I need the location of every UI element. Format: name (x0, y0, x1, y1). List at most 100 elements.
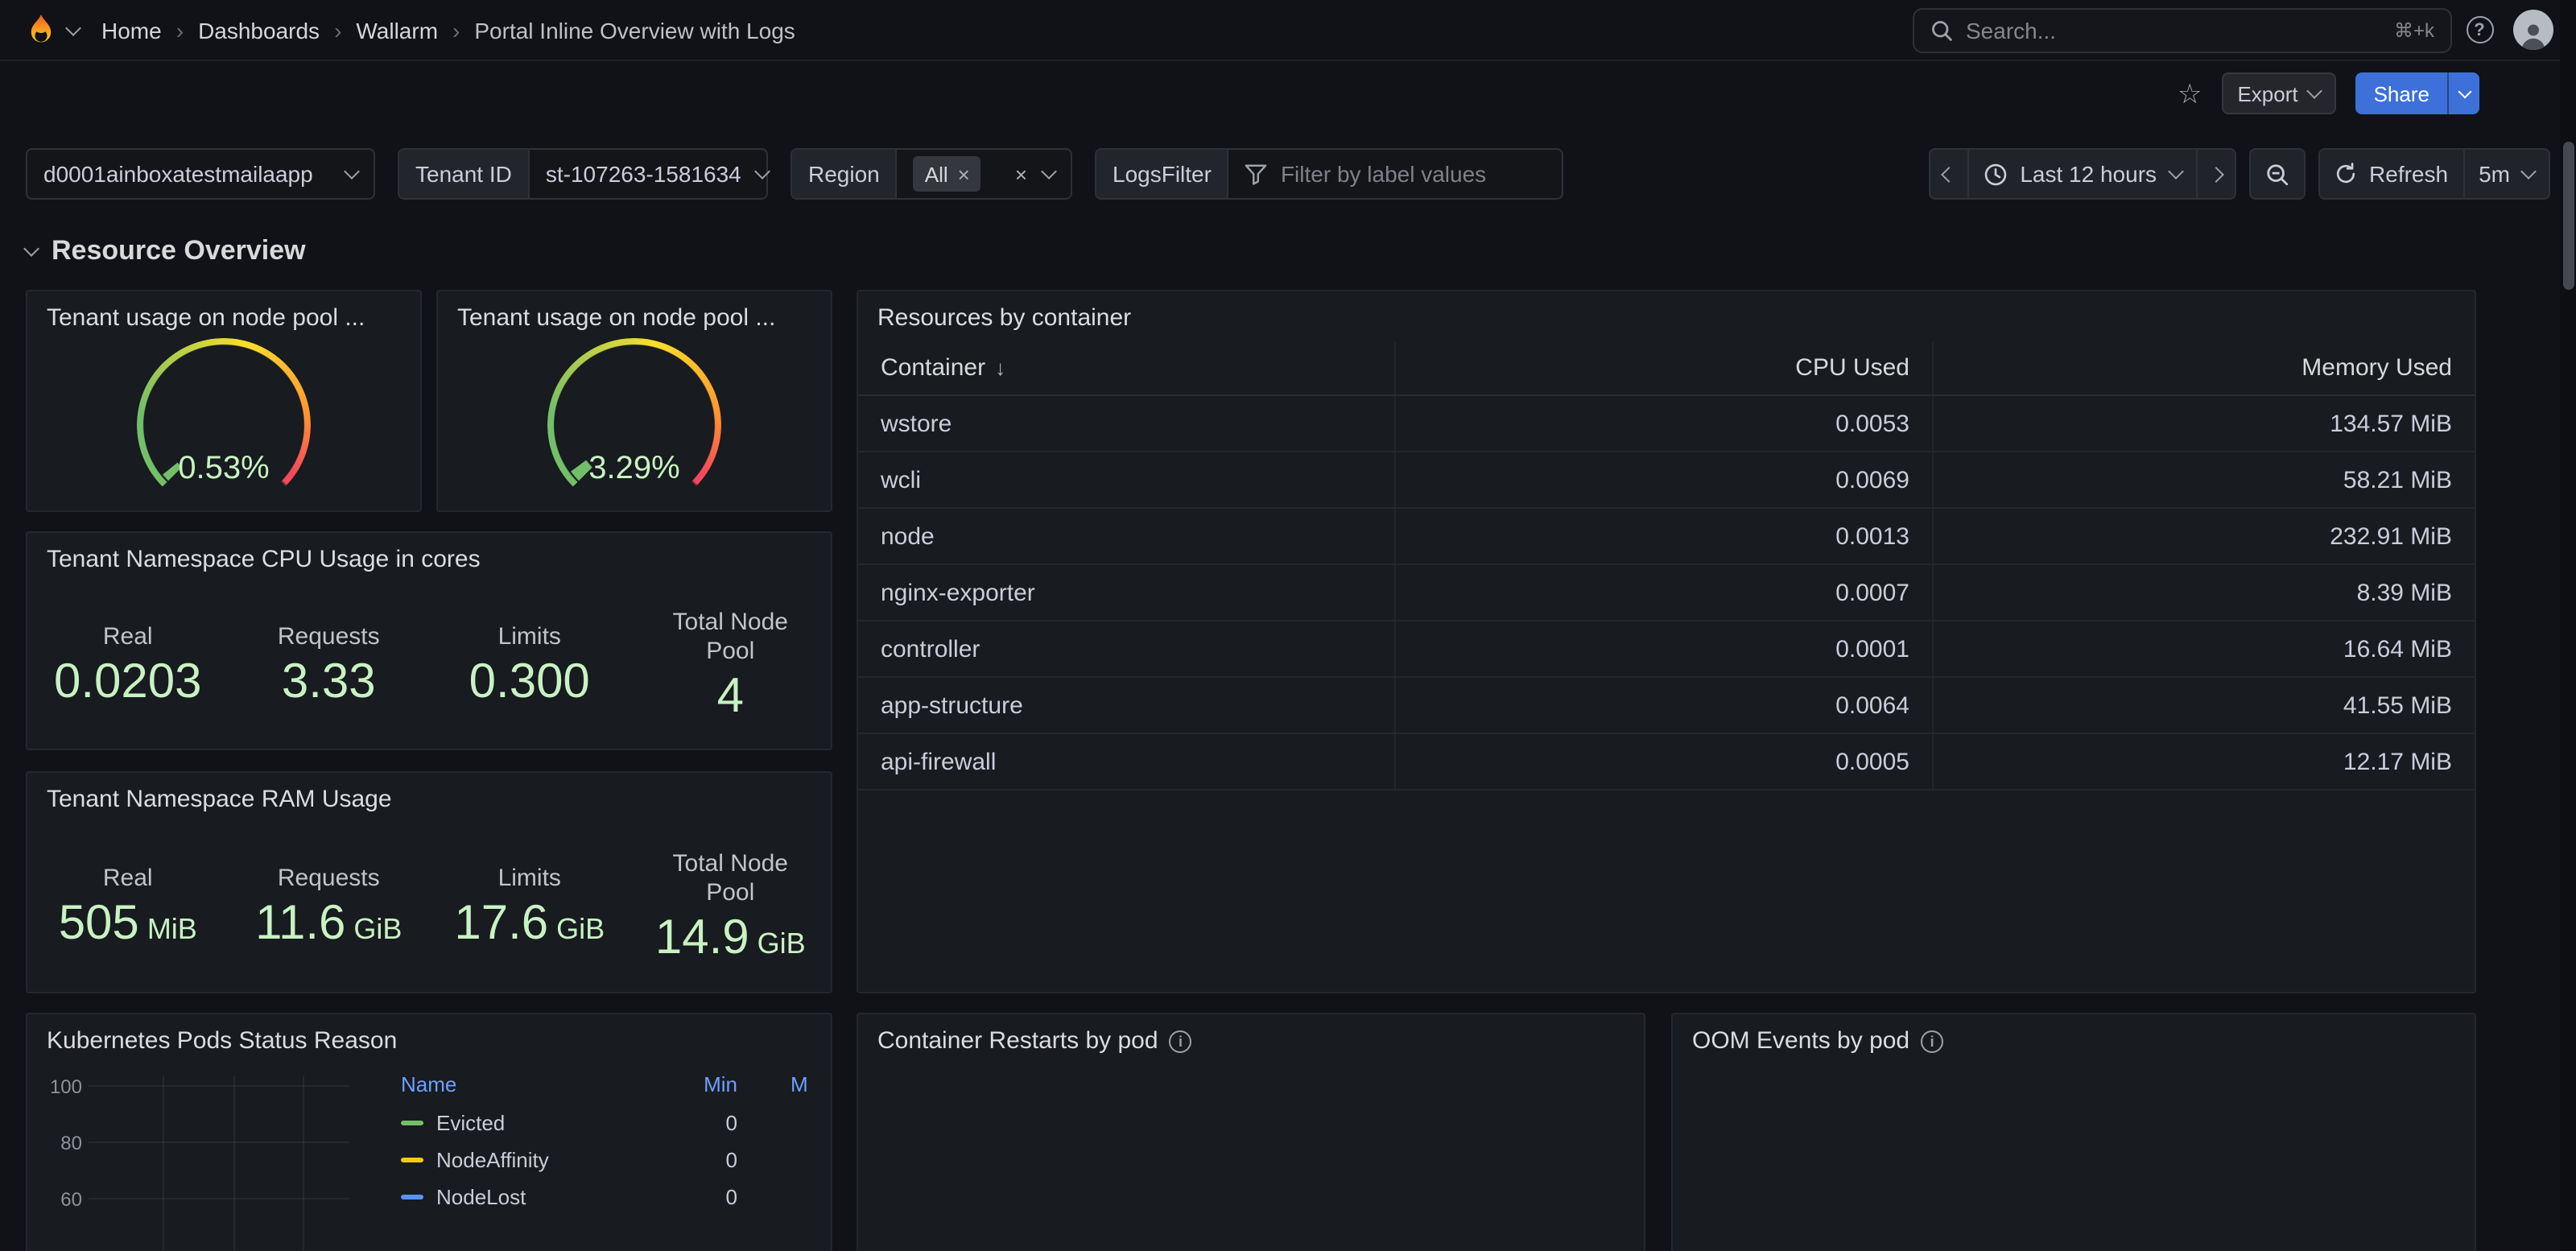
chip-remove-icon[interactable]: × (958, 163, 970, 184)
refresh-button[interactable]: Refresh (2319, 150, 2464, 198)
chevron-down-icon (1041, 163, 1057, 180)
column-header-memory[interactable]: Memory Used (1934, 341, 2475, 394)
table-row[interactable]: wcli 0.0069 58.21 MiB (858, 452, 2475, 509)
panel-title[interactable]: OOM Events by pod (1692, 1027, 1909, 1055)
panel-title[interactable]: Resources by container (858, 291, 2475, 338)
clock-icon (1983, 162, 2007, 186)
legend-column-min[interactable]: Min (671, 1072, 737, 1096)
zoom-out-group (2248, 148, 2305, 200)
section-resource-overview[interactable]: Resource Overview (26, 235, 2550, 267)
legend-item[interactable]: NodeAffinity (401, 1148, 549, 1172)
refresh-interval-value: 5m (2479, 161, 2510, 187)
logs-filter-input[interactable] (1281, 161, 1554, 187)
table-row[interactable]: node 0.0013 232.91 MiB (858, 509, 2475, 565)
stat-unit: GiB (353, 915, 402, 945)
cell-cpu: 0.0007 (1396, 565, 1934, 620)
y-axis-tick: 80 (40, 1132, 82, 1154)
panel-title[interactable]: Tenant Namespace CPU Usage in cores (27, 533, 831, 580)
info-icon[interactable]: i (1921, 1030, 1943, 1052)
stat-real: Real 505 MiB (27, 821, 229, 992)
cell-container: wstore (858, 396, 1396, 451)
region-value: All (925, 162, 948, 186)
legend-item[interactable]: NodeLost (401, 1185, 526, 1209)
time-shift-forward-button[interactable] (2197, 150, 2234, 198)
cell-memory: 12.17 MiB (1934, 734, 2475, 789)
breadcrumb-folder[interactable]: Wallarm (356, 17, 438, 43)
chevron-down-icon (2307, 83, 2323, 99)
export-button[interactable]: Export (2221, 72, 2336, 114)
share-menu-button[interactable] (2447, 72, 2479, 114)
org-switcher-chevron-icon[interactable] (65, 19, 81, 35)
breadcrumb-current-dashboard: Portal Inline Overview with Logs (474, 17, 795, 43)
cell-cpu: 0.0005 (1396, 734, 1934, 789)
user-avatar[interactable] (2513, 10, 2553, 50)
table-row[interactable]: controller 0.0001 16.64 MiB (858, 621, 2475, 678)
column-header-cpu[interactable]: CPU Used (1396, 341, 1934, 394)
chevron-down-icon (2167, 163, 2183, 180)
logs-filter-control[interactable]: LogsFilter (1095, 148, 1563, 200)
tenant-id-dropdown[interactable]: Tenant ID st-107263-1581634 (398, 148, 768, 200)
panel-title[interactable]: Tenant Namespace RAM Usage (27, 773, 831, 820)
grafana-logo-icon[interactable] (23, 12, 58, 47)
table-row[interactable]: wstore 0.0053 134.57 MiB (858, 396, 2475, 452)
time-controls: Last 12 hours (1928, 148, 2550, 200)
panel-title[interactable]: Tenant usage on node pool ... (27, 291, 420, 338)
app-variable-dropdown[interactable]: d0001ainboxatestmailaapp (26, 148, 375, 200)
refresh-label: Refresh (2369, 161, 2448, 187)
share-split-button: Share (2356, 72, 2479, 114)
stat-unit: GiB (758, 929, 806, 960)
cell-memory: 8.39 MiB (1934, 565, 2475, 620)
panel-tenant-usage-gauge-1: Tenant usage on node pool ... 0.53% (26, 290, 422, 512)
share-button[interactable]: Share (2356, 72, 2447, 114)
table-row[interactable]: api-firewall 0.0005 12.17 MiB (858, 734, 2475, 791)
legend-column-max[interactable]: M (791, 1072, 808, 1096)
breadcrumb-dashboards[interactable]: Dashboards (198, 17, 320, 43)
zoom-out-button[interactable] (2250, 150, 2303, 198)
help-button[interactable]: ? (2452, 16, 2507, 43)
stat-row: Real 505 MiB Requests 11.6 GiB Limits (27, 821, 831, 992)
gridline (163, 1076, 164, 1251)
region-dropdown[interactable]: Region All × × (791, 148, 1072, 200)
stat-label: Real (103, 623, 153, 652)
cell-memory: 232.91 MiB (1934, 509, 2475, 564)
region-label: Region (792, 150, 898, 198)
tenant-id-value: st-107263-1581634 (546, 161, 741, 187)
global-search[interactable]: ⌘+k (1913, 7, 2452, 52)
favorite-star-icon[interactable]: ☆ (2178, 80, 2202, 107)
filter-funnel-icon (1245, 163, 1268, 184)
breadcrumb-separator: › (438, 17, 474, 43)
panel-oom-events: OOM Events by pod i (1671, 1013, 2476, 1251)
column-header-container[interactable]: Container ↓ (858, 341, 1396, 394)
panel-title[interactable]: Container Restarts by pod (877, 1027, 1158, 1055)
chevron-down-icon (755, 163, 771, 180)
table-row[interactable]: app-structure 0.0064 41.55 MiB (858, 678, 2475, 734)
cell-container: api-firewall (858, 734, 1396, 789)
refresh-interval-picker[interactable]: 5m (2464, 150, 2549, 198)
panel-title[interactable]: Tenant usage on node pool ... (438, 291, 831, 338)
series-name: NodeAffinity (436, 1148, 549, 1172)
legend-column-name[interactable]: Name (401, 1072, 456, 1096)
clear-selection-icon[interactable]: × (1015, 163, 1027, 184)
breadcrumb-home[interactable]: Home (101, 17, 162, 43)
scrollbar-thumb[interactable] (2563, 142, 2574, 290)
panel-title[interactable]: Kubernetes Pods Status Reason (27, 1014, 831, 1061)
gauge: 0.53% (137, 338, 311, 512)
region-value-chip[interactable]: All × (914, 156, 981, 192)
top-nav: Home › Dashboards › Wallarm › Portal Inl… (0, 0, 2576, 61)
legend-min-value: 0 (671, 1148, 737, 1172)
table-row[interactable]: nginx-exporter 0.0007 8.39 MiB (858, 565, 2475, 621)
search-input[interactable] (1966, 17, 2381, 43)
info-icon[interactable]: i (1170, 1030, 1192, 1052)
app-variable-value: d0001ainboxatestmailaapp (43, 161, 313, 187)
cell-container: controller (858, 621, 1396, 676)
cell-container: nginx-exporter (858, 565, 1396, 620)
stat-value: 17.6 (454, 898, 548, 949)
dashboard-canvas: Tenant usage on node pool ... 0.53% Tena… (0, 290, 2576, 1251)
time-shift-back-button[interactable] (1930, 150, 1968, 198)
stat-limits: Limits 17.6 GiB (429, 821, 630, 992)
time-range-picker[interactable]: Last 12 hours (1968, 150, 2197, 198)
cell-memory: 134.57 MiB (1934, 396, 2475, 451)
legend-item[interactable]: Evicted (401, 1111, 505, 1135)
breadcrumb-separator: › (162, 17, 198, 43)
logs-filter-label: LogsFilter (1096, 150, 1229, 198)
